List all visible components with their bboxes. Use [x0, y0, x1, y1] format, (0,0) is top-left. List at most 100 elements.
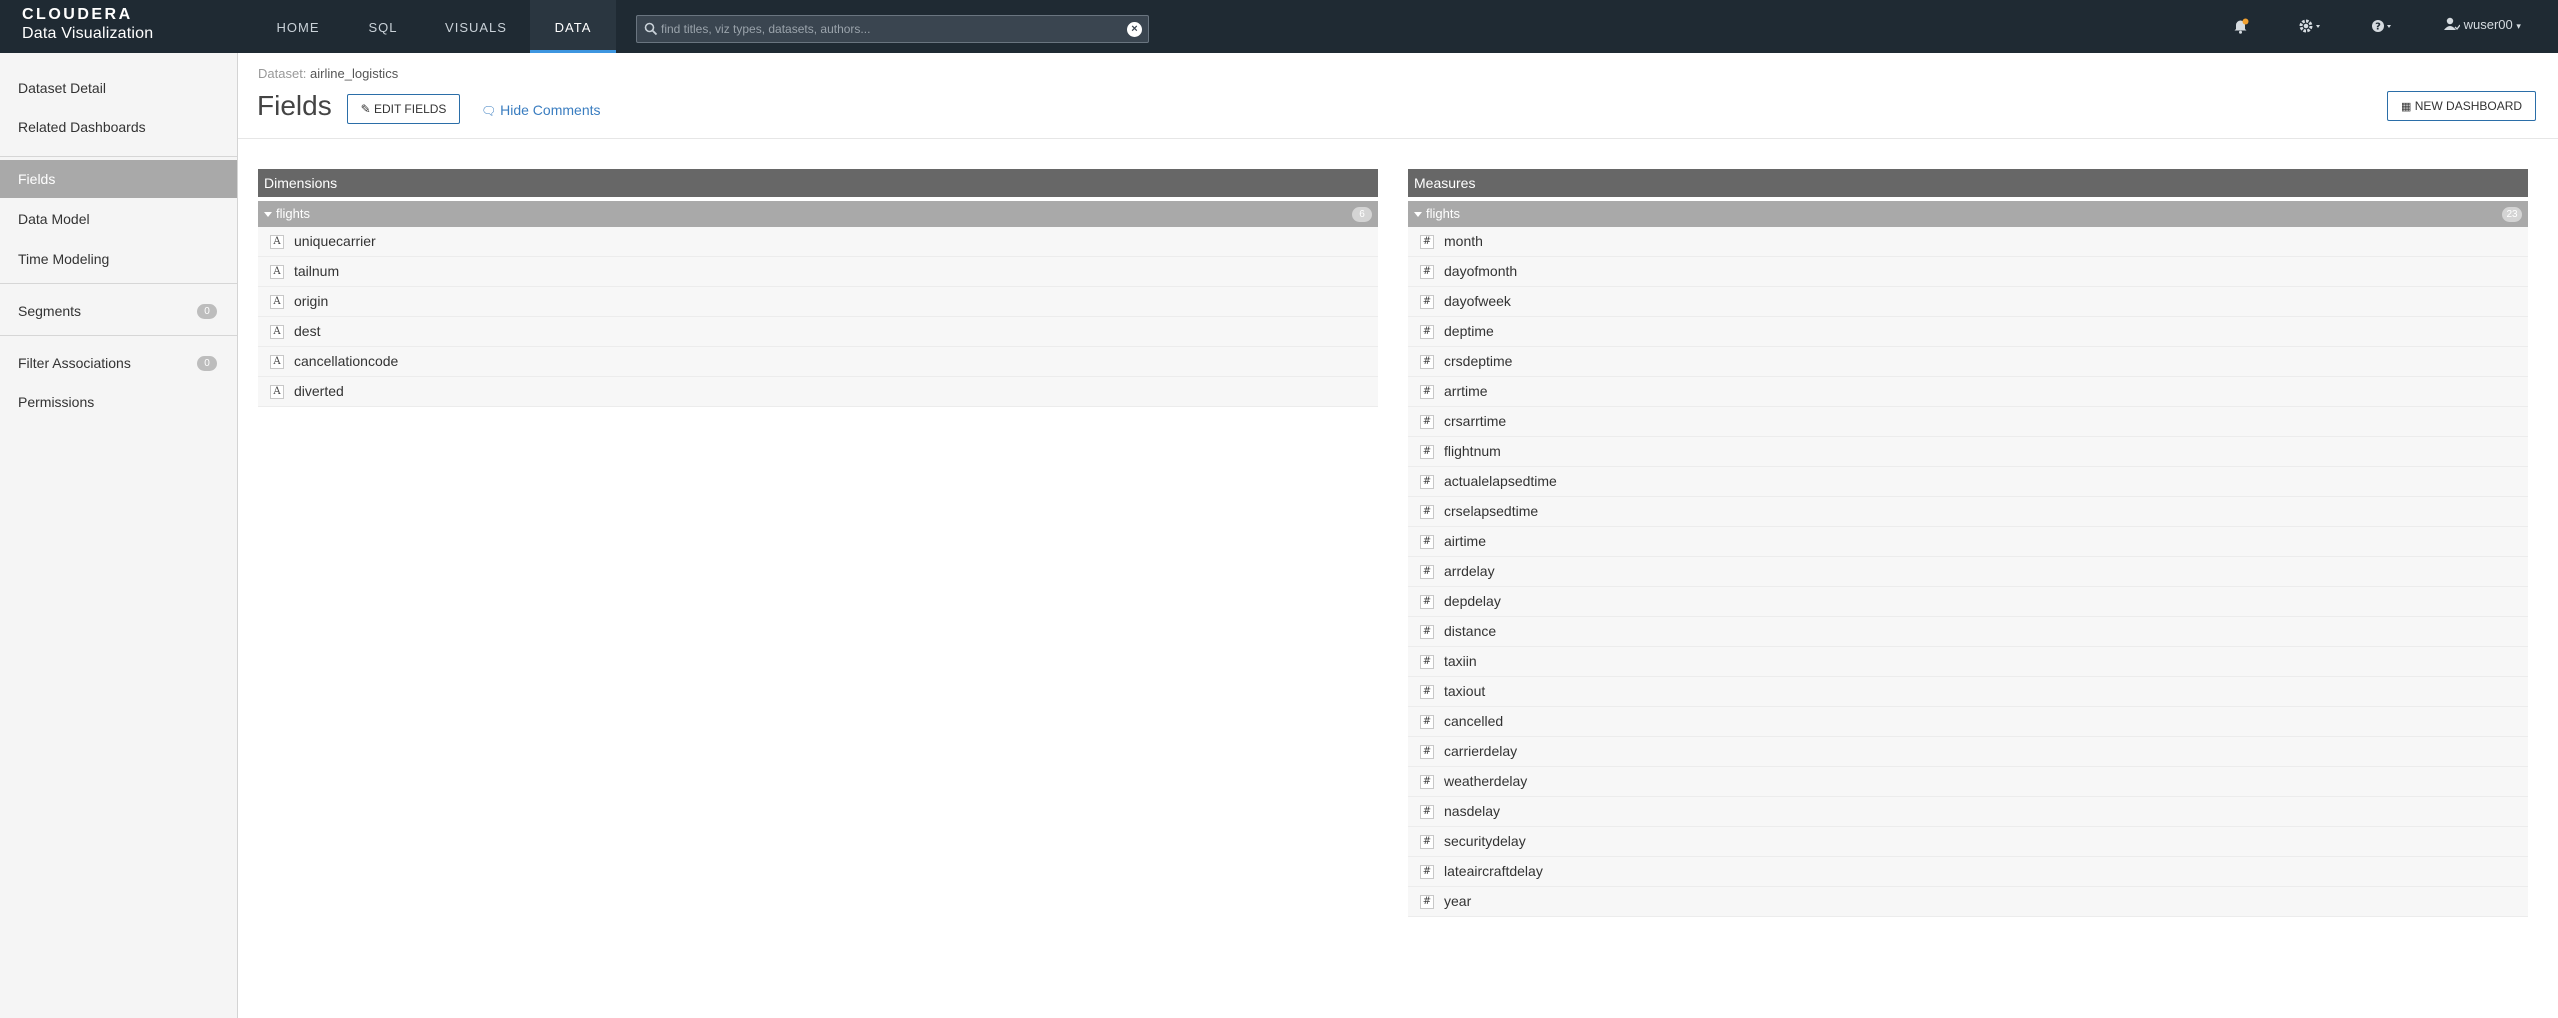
sidebar-item-related-dashboards[interactable]: Related Dashboards — [0, 108, 237, 146]
field-row[interactable]: # distance — [1408, 617, 2528, 647]
field-row[interactable]: # lateaircraftdelay — [1408, 857, 2528, 887]
user-menu-button[interactable]: wuser00 ▾ — [2444, 17, 2521, 32]
field-row[interactable]: # taxiout — [1408, 677, 2528, 707]
breadcrumb: Dataset: airline_logistics — [258, 66, 398, 81]
new-dashboard-button[interactable]: ▦ NEW DASHBOARD — [2387, 91, 2536, 121]
sidebar-item-permissions[interactable]: Permissions — [0, 383, 237, 421]
field-row[interactable]: # crsarrtime — [1408, 407, 2528, 437]
number-type-icon: # — [1420, 865, 1434, 879]
field-row[interactable]: # flightnum — [1408, 437, 2528, 467]
field-row[interactable]: # depdelay — [1408, 587, 2528, 617]
header-divider — [238, 138, 2558, 139]
nav-tab-home[interactable]: HOME — [268, 0, 328, 53]
field-row[interactable]: # securitydelay — [1408, 827, 2528, 857]
dimensions-count-badge: 6 — [1352, 207, 1372, 222]
field-name: dest — [294, 323, 321, 339]
field-row[interactable]: # crsdeptime — [1408, 347, 2528, 377]
dashboard-icon: ▦ — [2400, 101, 2412, 113]
field-name: uniquecarrier — [294, 233, 376, 249]
field-row[interactable]: # cancelled — [1408, 707, 2528, 737]
sidebar-item-label: Filter Associations — [18, 355, 131, 371]
measures-group-header[interactable]: flights 23 — [1408, 201, 2528, 227]
chevron-down-icon — [2316, 25, 2320, 28]
number-type-icon: # — [1420, 235, 1434, 249]
field-name: dayofmonth — [1444, 263, 1518, 279]
top-navbar: CLOUDERA Data Visualization HOME SQL VIS… — [0, 0, 2558, 53]
search-icon — [644, 22, 658, 36]
breadcrumb-label: Dataset: — [258, 66, 307, 81]
field-name: carrierdelay — [1444, 743, 1518, 759]
number-type-icon: # — [1420, 895, 1434, 909]
dimensions-group-header[interactable]: flights 6 — [258, 201, 1378, 227]
sidebar: Dataset Detail Related Dashboards Fields… — [0, 53, 238, 1018]
hide-comments-link[interactable]: 🗨 Hide Comments — [481, 102, 601, 118]
field-row[interactable]: Auniquecarrier — [258, 227, 1378, 257]
number-type-icon: # — [1420, 505, 1434, 519]
group-name: flights — [276, 206, 310, 221]
dataset-name: airline_logistics — [310, 66, 399, 81]
sidebar-item-data-model[interactable]: Data Model — [0, 200, 237, 238]
sidebar-divider — [0, 156, 237, 157]
field-name: crsdeptime — [1444, 353, 1513, 369]
number-type-icon: # — [1420, 715, 1434, 729]
sidebar-item-filter-associations[interactable]: Filter Associations 0 — [0, 344, 237, 382]
field-row[interactable]: Acancellationcode — [258, 347, 1378, 377]
sidebar-item-segments[interactable]: Segments 0 — [0, 292, 237, 330]
settings-menu-button[interactable] — [2298, 17, 2324, 37]
field-row[interactable]: Atailnum — [258, 257, 1378, 287]
number-type-icon: # — [1420, 655, 1434, 669]
field-name: taxiout — [1444, 683, 1486, 699]
nav-tab-visuals[interactable]: VISUALS — [436, 0, 516, 53]
measures-header: Measures — [1408, 169, 2528, 197]
field-row[interactable]: # taxiin — [1408, 647, 2528, 677]
field-row[interactable]: # year — [1408, 887, 2528, 917]
field-row[interactable]: # deptime — [1408, 317, 2528, 347]
brand-logo[interactable]: CLOUDERA Data Visualization — [22, 6, 153, 44]
field-name: dayofweek — [1444, 293, 1511, 309]
string-type-icon: A — [270, 265, 284, 279]
dimensions-header: Dimensions — [258, 169, 1378, 197]
field-row[interactable]: # dayofweek — [1408, 287, 2528, 317]
field-row[interactable]: Adest — [258, 317, 1378, 347]
field-name: arrtime — [1444, 383, 1488, 399]
measures-field-list: # month # dayofmonth # dayofweek # deptime # crsd… — [1408, 227, 2528, 917]
field-row[interactable]: # nasdelay — [1408, 797, 2528, 827]
sidebar-item-time-modeling[interactable]: Time Modeling — [0, 240, 237, 278]
field-row[interactable]: # month — [1408, 227, 2528, 257]
field-row[interactable]: # weatherdelay — [1408, 767, 2528, 797]
field-name: distance — [1444, 623, 1497, 639]
field-row[interactable]: # actualelapsedtime — [1408, 467, 2528, 497]
sidebar-item-dataset-detail[interactable]: Dataset Detail — [0, 69, 237, 107]
field-row[interactable]: # carrierdelay — [1408, 737, 2528, 767]
field-row[interactable]: # dayofmonth — [1408, 257, 2528, 287]
field-row[interactable]: # arrtime — [1408, 377, 2528, 407]
field-row[interactable]: # airtime — [1408, 527, 2528, 557]
field-name: tailnum — [294, 263, 340, 279]
string-type-icon: A — [270, 295, 284, 309]
field-row[interactable]: Aorigin — [258, 287, 1378, 317]
sidebar-item-fields[interactable]: Fields — [0, 160, 237, 198]
field-row[interactable]: Adiverted — [258, 377, 1378, 407]
field-name: year — [1444, 893, 1472, 909]
field-name: depdelay — [1444, 593, 1501, 609]
field-row[interactable]: # crselapsedtime — [1408, 497, 2528, 527]
field-name: flightnum — [1444, 443, 1501, 459]
field-name: weatherdelay — [1444, 773, 1528, 789]
field-name: lateaircraftdelay — [1444, 863, 1543, 879]
group-name: flights — [1426, 206, 1460, 221]
search-input[interactable] — [661, 19, 1121, 39]
notifications-button[interactable] — [2232, 17, 2250, 37]
nav-tab-sql[interactable]: SQL — [353, 0, 413, 53]
brand-name: CLOUDERA — [22, 6, 133, 23]
edit-fields-button[interactable]: ✎ EDIT FIELDS — [347, 94, 460, 124]
field-row[interactable]: # arrdelay — [1408, 557, 2528, 587]
sidebar-divider — [0, 335, 237, 336]
svg-text:?: ? — [2375, 22, 2381, 33]
number-type-icon: # — [1420, 535, 1434, 549]
field-name: actualelapsedtime — [1444, 473, 1557, 489]
help-menu-button[interactable]: ? — [2370, 17, 2396, 37]
clear-search-icon[interactable]: × — [1127, 22, 1142, 37]
field-name: month — [1444, 233, 1483, 249]
segments-count-badge: 0 — [197, 304, 217, 319]
nav-tab-data[interactable]: DATA — [530, 0, 616, 53]
